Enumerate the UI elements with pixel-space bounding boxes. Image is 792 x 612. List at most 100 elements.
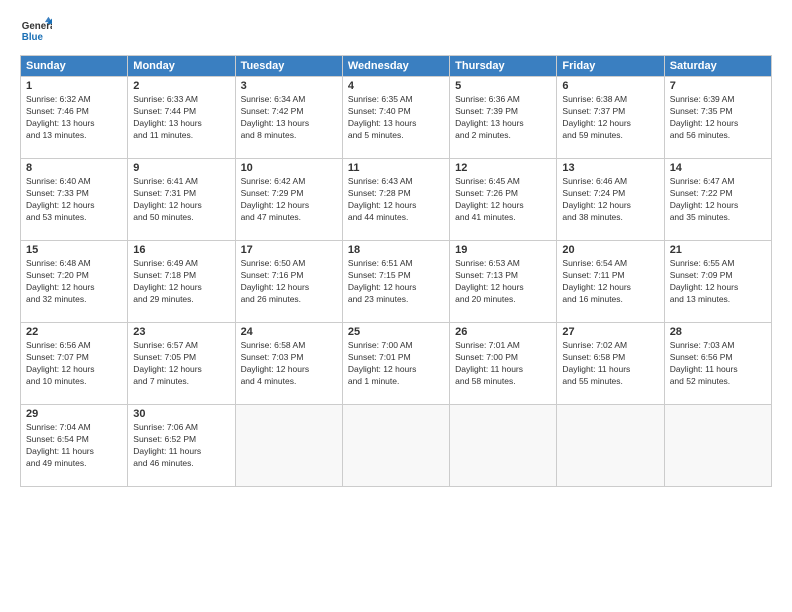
day-cell: 28Sunrise: 7:03 AM Sunset: 6:56 PM Dayli…: [664, 323, 771, 405]
day-cell: 22 Sunrise: 6:56 AM Sunset: 7:07 PM Dayli…: [21, 323, 128, 405]
week-row-5: 29 Sunrise: 7:04 AM Sunset: 6:54 PM Dayli…: [21, 405, 772, 487]
day-number: 20: [562, 244, 658, 256]
day-info: Sunrise: 6:42 AM Sunset: 7:29 PM Dayligh…: [241, 176, 337, 224]
header: General Blue: [20, 15, 772, 47]
day-cell: 27Sunrise: 7:02 AM Sunset: 6:58 PM Dayli…: [557, 323, 664, 405]
day-cell: [557, 405, 664, 487]
day-cell: 9 Sunrise: 6:41 AM Sunset: 7:31 PM Daylig…: [128, 159, 235, 241]
day-number: 14: [670, 162, 766, 174]
weekday-sunday: Sunday: [21, 56, 128, 77]
day-info: Sunrise: 6:41 AM Sunset: 7:31 PM Dayligh…: [133, 176, 229, 224]
day-cell: 14 Sunrise: 6:47 AM Sunset: 7:22 PM Dayli…: [664, 159, 771, 241]
day-number: 29: [26, 408, 122, 420]
day-cell: 7 Sunrise: 6:39 AM Sunset: 7:35 PM Daylig…: [664, 77, 771, 159]
day-info: Sunrise: 6:36 AM Sunset: 7:39 PM Dayligh…: [455, 94, 551, 142]
day-info: Sunrise: 6:56 AM Sunset: 7:07 PM Dayligh…: [26, 340, 122, 388]
day-info: Sunrise: 7:03 AM Sunset: 6:56 PM Dayligh…: [670, 340, 766, 388]
day-number: 19: [455, 244, 551, 256]
day-number: 26: [455, 326, 551, 338]
day-info: Sunrise: 7:00 AM Sunset: 7:01 PM Dayligh…: [348, 340, 444, 388]
day-number: 23: [133, 326, 229, 338]
day-info: Sunrise: 6:38 AM Sunset: 7:37 PM Dayligh…: [562, 94, 658, 142]
logo-icon: General Blue: [20, 15, 52, 47]
day-number: 3: [241, 80, 337, 92]
weekday-tuesday: Tuesday: [235, 56, 342, 77]
day-info: Sunrise: 7:06 AM Sunset: 6:52 PM Dayligh…: [133, 422, 229, 470]
svg-text:General: General: [22, 21, 52, 32]
day-number: 17: [241, 244, 337, 256]
day-cell: [450, 405, 557, 487]
day-info: Sunrise: 6:39 AM Sunset: 7:35 PM Dayligh…: [670, 94, 766, 142]
day-number: 9: [133, 162, 229, 174]
day-info: Sunrise: 6:54 AM Sunset: 7:11 PM Dayligh…: [562, 258, 658, 306]
svg-text:Blue: Blue: [22, 32, 44, 43]
weekday-header-row: SundayMondayTuesdayWednesdayThursdayFrid…: [21, 56, 772, 77]
day-cell: 25 Sunrise: 7:00 AM Sunset: 7:01 PM Dayli…: [342, 323, 449, 405]
calendar-page: General Blue SundayMondayTuesdayWednesda…: [0, 0, 792, 612]
day-cell: 8 Sunrise: 6:40 AM Sunset: 7:33 PM Daylig…: [21, 159, 128, 241]
logo: General Blue: [20, 15, 52, 47]
day-cell: [235, 405, 342, 487]
weekday-wednesday: Wednesday: [342, 56, 449, 77]
day-cell: 10Sunrise: 6:42 AM Sunset: 7:29 PM Dayli…: [235, 159, 342, 241]
day-info: Sunrise: 6:50 AM Sunset: 7:16 PM Dayligh…: [241, 258, 337, 306]
day-cell: 12 Sunrise: 6:45 AM Sunset: 7:26 PM Dayli…: [450, 159, 557, 241]
day-number: 25: [348, 326, 444, 338]
day-info: Sunrise: 6:40 AM Sunset: 7:33 PM Dayligh…: [26, 176, 122, 224]
day-info: Sunrise: 6:57 AM Sunset: 7:05 PM Dayligh…: [133, 340, 229, 388]
day-cell: 30 Sunrise: 7:06 AM Sunset: 6:52 PM Dayli…: [128, 405, 235, 487]
day-cell: 15 Sunrise: 6:48 AM Sunset: 7:20 PM Dayli…: [21, 241, 128, 323]
day-number: 21: [670, 244, 766, 256]
day-cell: 3 Sunrise: 6:34 AM Sunset: 7:42 PM Daylig…: [235, 77, 342, 159]
day-cell: 29 Sunrise: 7:04 AM Sunset: 6:54 PM Dayli…: [21, 405, 128, 487]
day-info: Sunrise: 6:48 AM Sunset: 7:20 PM Dayligh…: [26, 258, 122, 306]
day-cell: 20 Sunrise: 6:54 AM Sunset: 7:11 PM Dayli…: [557, 241, 664, 323]
day-number: 11: [348, 162, 444, 174]
day-cell: 17 Sunrise: 6:50 AM Sunset: 7:16 PM Dayli…: [235, 241, 342, 323]
day-number: 12: [455, 162, 551, 174]
day-number: 22: [26, 326, 122, 338]
week-row-1: 1 Sunrise: 6:32 AM Sunset: 7:46 PM Daylig…: [21, 77, 772, 159]
day-number: 13: [562, 162, 658, 174]
day-info: Sunrise: 6:53 AM Sunset: 7:13 PM Dayligh…: [455, 258, 551, 306]
day-cell: 1 Sunrise: 6:32 AM Sunset: 7:46 PM Daylig…: [21, 77, 128, 159]
day-cell: [664, 405, 771, 487]
day-info: Sunrise: 6:55 AM Sunset: 7:09 PM Dayligh…: [670, 258, 766, 306]
day-cell: 5 Sunrise: 6:36 AM Sunset: 7:39 PM Daylig…: [450, 77, 557, 159]
day-number: 5: [455, 80, 551, 92]
day-cell: 24 Sunrise: 6:58 AM Sunset: 7:03 PM Dayli…: [235, 323, 342, 405]
day-info: Sunrise: 6:58 AM Sunset: 7:03 PM Dayligh…: [241, 340, 337, 388]
weekday-thursday: Thursday: [450, 56, 557, 77]
day-info: Sunrise: 6:47 AM Sunset: 7:22 PM Dayligh…: [670, 176, 766, 224]
day-info: Sunrise: 6:32 AM Sunset: 7:46 PM Dayligh…: [26, 94, 122, 142]
day-number: 24: [241, 326, 337, 338]
day-number: 15: [26, 244, 122, 256]
day-cell: 23 Sunrise: 6:57 AM Sunset: 7:05 PM Dayli…: [128, 323, 235, 405]
day-cell: 13 Sunrise: 6:46 AM Sunset: 7:24 PM Dayli…: [557, 159, 664, 241]
day-number: 16: [133, 244, 229, 256]
day-info: Sunrise: 6:46 AM Sunset: 7:24 PM Dayligh…: [562, 176, 658, 224]
day-number: 8: [26, 162, 122, 174]
day-number: 7: [670, 80, 766, 92]
day-info: Sunrise: 6:49 AM Sunset: 7:18 PM Dayligh…: [133, 258, 229, 306]
week-row-2: 8 Sunrise: 6:40 AM Sunset: 7:33 PM Daylig…: [21, 159, 772, 241]
day-number: 1: [26, 80, 122, 92]
day-number: 2: [133, 80, 229, 92]
day-info: Sunrise: 6:45 AM Sunset: 7:26 PM Dayligh…: [455, 176, 551, 224]
day-info: Sunrise: 7:02 AM Sunset: 6:58 PM Dayligh…: [562, 340, 658, 388]
day-cell: 4Sunrise: 6:35 AM Sunset: 7:40 PM Daylig…: [342, 77, 449, 159]
weekday-saturday: Saturday: [664, 56, 771, 77]
day-number: 30: [133, 408, 229, 420]
day-info: Sunrise: 6:34 AM Sunset: 7:42 PM Dayligh…: [241, 94, 337, 142]
day-info: Sunrise: 6:51 AM Sunset: 7:15 PM Dayligh…: [348, 258, 444, 306]
day-number: 6: [562, 80, 658, 92]
day-cell: 6 Sunrise: 6:38 AM Sunset: 7:37 PM Daylig…: [557, 77, 664, 159]
day-info: Sunrise: 6:33 AM Sunset: 7:44 PM Dayligh…: [133, 94, 229, 142]
calendar-body: 1 Sunrise: 6:32 AM Sunset: 7:46 PM Daylig…: [21, 77, 772, 487]
day-info: Sunrise: 7:04 AM Sunset: 6:54 PM Dayligh…: [26, 422, 122, 470]
day-info: Sunrise: 7:01 AM Sunset: 7:00 PM Dayligh…: [455, 340, 551, 388]
day-cell: 11Sunrise: 6:43 AM Sunset: 7:28 PM Dayli…: [342, 159, 449, 241]
day-cell: 26 Sunrise: 7:01 AM Sunset: 7:00 PM Dayli…: [450, 323, 557, 405]
day-cell: 16 Sunrise: 6:49 AM Sunset: 7:18 PM Dayli…: [128, 241, 235, 323]
week-row-3: 15 Sunrise: 6:48 AM Sunset: 7:20 PM Dayli…: [21, 241, 772, 323]
